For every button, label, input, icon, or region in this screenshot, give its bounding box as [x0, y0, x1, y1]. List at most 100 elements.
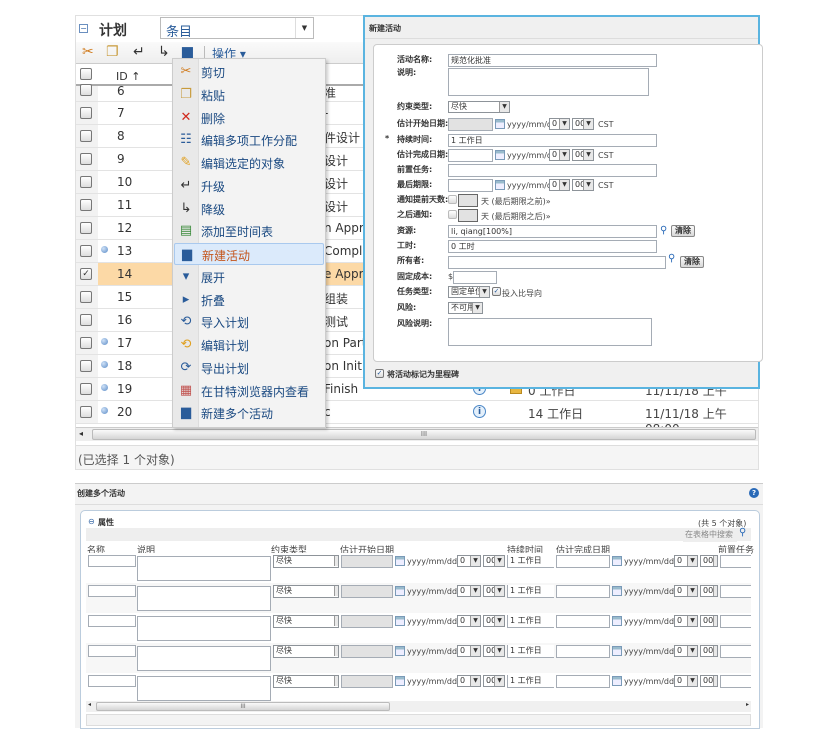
minute-select[interactable]: 00 ▼: [483, 645, 505, 657]
minute-select[interactable]: 00: [700, 555, 718, 567]
duration-input[interactable]: 1 工作日: [507, 675, 554, 688]
menu-item[interactable]: ▆ 新建活动: [174, 243, 324, 265]
calendar-icon[interactable]: [612, 676, 622, 686]
demote-icon[interactable]: ↳: [158, 44, 170, 60]
est-finish-input[interactable]: [556, 645, 610, 658]
menu-item[interactable]: ☷ 编辑多项工作分配: [174, 129, 324, 151]
section-collapse-icon[interactable]: ⊖: [88, 517, 95, 526]
constraint-select[interactable]: 尽快: [273, 555, 339, 568]
scroll-right-icon[interactable]: ▸: [746, 701, 749, 708]
hour-select[interactable]: 0 ▼: [457, 645, 481, 657]
row-checkbox[interactable]: [80, 314, 92, 326]
menu-item[interactable]: ↳ 降级: [174, 198, 324, 220]
duration-input[interactable]: 1 工作日: [507, 645, 554, 658]
hour-select[interactable]: 0 ▼: [549, 179, 570, 191]
calendar-icon[interactable]: [612, 616, 622, 626]
est-start-input[interactable]: [341, 645, 393, 658]
calendar-icon[interactable]: [495, 150, 505, 160]
calendar-icon[interactable]: [612, 556, 622, 566]
hour-select[interactable]: 0 ▼: [457, 585, 481, 597]
predecessor-input[interactable]: [720, 675, 751, 688]
calendar-icon[interactable]: [495, 180, 505, 190]
menu-item[interactable]: ✂ 剪切: [174, 61, 324, 83]
predecessor-input[interactable]: [720, 555, 751, 568]
scroll-left-icon[interactable]: ◂: [88, 701, 91, 708]
notify-before-days-input[interactable]: [458, 194, 478, 207]
help-icon[interactable]: ?: [749, 488, 759, 498]
owner-clear-button[interactable]: 清除: [680, 256, 704, 268]
hour-select[interactable]: 0 ▼: [674, 645, 698, 657]
calendar-icon[interactable]: [395, 616, 405, 626]
row-checkbox[interactable]: [80, 337, 92, 349]
row-checkbox[interactable]: [80, 107, 92, 119]
est-start-input[interactable]: [341, 675, 393, 688]
select-all-checkbox[interactable]: [80, 68, 92, 80]
calendar-icon[interactable]: [612, 646, 622, 656]
hour-select[interactable]: 0 ▼: [674, 675, 698, 687]
name-input[interactable]: [88, 615, 136, 627]
hour-select[interactable]: 0 ▼: [674, 555, 698, 567]
row-checkbox[interactable]: [80, 153, 92, 165]
est-finish-input[interactable]: [556, 675, 610, 688]
fixed-cost-input[interactable]: [453, 271, 497, 284]
row-checkbox[interactable]: [80, 383, 92, 395]
menu-item[interactable]: ▦ 在甘特浏览器内查看: [174, 380, 324, 402]
collapse-icon[interactable]: −: [79, 24, 88, 33]
row-checkbox[interactable]: [80, 360, 92, 372]
row-checkbox[interactable]: [80, 222, 92, 234]
view-select[interactable]: 条目 ▼: [160, 17, 314, 40]
est-finish-input[interactable]: [556, 585, 610, 598]
promote-icon[interactable]: ↵: [133, 44, 145, 60]
scroll-left-icon[interactable]: ◂: [79, 429, 83, 438]
row-checkbox[interactable]: [80, 199, 92, 211]
duration-input[interactable]: 1 工作日: [507, 585, 554, 598]
horizontal-scrollbar[interactable]: ◂ III: [76, 427, 758, 441]
row-checkbox[interactable]: ✓: [80, 268, 92, 280]
owner-input[interactable]: [448, 256, 666, 269]
menu-item[interactable]: ▸ 折叠: [174, 289, 324, 311]
constraint-select[interactable]: 尽快: [273, 645, 339, 658]
hour-select[interactable]: 0 ▼: [457, 615, 481, 627]
risk-desc-textarea[interactable]: [448, 318, 652, 346]
minute-select[interactable]: 00: [700, 615, 718, 627]
info-icon[interactable]: i: [473, 405, 486, 418]
calendar-icon[interactable]: [395, 676, 405, 686]
date-input[interactable]: [448, 179, 493, 192]
name-input[interactable]: [88, 645, 136, 657]
effort-driven-checkbox[interactable]: ✓: [492, 287, 501, 296]
menu-item[interactable]: ▾ 展开: [174, 266, 324, 288]
risk-select[interactable]: 不可用 ▼: [448, 302, 483, 314]
minute-select[interactable]: 00 ▼: [572, 118, 594, 130]
hour-select[interactable]: 0 ▼: [549, 118, 570, 130]
minute-select[interactable]: 00: [700, 645, 718, 657]
desc-textarea[interactable]: [137, 586, 271, 611]
notify-after-days-input[interactable]: [458, 209, 478, 222]
scroll-thumb[interactable]: III: [92, 429, 756, 440]
resource-clear-button[interactable]: 清除: [671, 225, 695, 237]
menu-item[interactable]: ⟲ 编辑计划: [174, 334, 324, 356]
constraint-select[interactable]: 尽快 ▼: [448, 101, 510, 113]
name-input[interactable]: [88, 555, 136, 567]
notify-after-checkbox[interactable]: [448, 210, 457, 219]
hour-select[interactable]: 0 ▼: [457, 555, 481, 567]
row-checkbox[interactable]: [80, 84, 92, 96]
table-search-input[interactable]: 在表格中搜索: [683, 529, 737, 542]
row-checkbox[interactable]: [80, 406, 92, 418]
minute-select[interactable]: 00: [700, 675, 718, 687]
scissors-icon[interactable]: ✂: [82, 44, 94, 60]
menu-item[interactable]: ▤ 添加至时间表: [174, 220, 324, 242]
constraint-select[interactable]: 尽快: [273, 675, 339, 688]
name-input[interactable]: [88, 585, 136, 597]
constraint-select[interactable]: 尽快: [273, 585, 339, 598]
predecessor-input[interactable]: [720, 645, 751, 658]
paste-icon[interactable]: ❐: [106, 44, 119, 60]
milestone-checkbox[interactable]: ✓: [375, 369, 384, 378]
task-type-select[interactable]: 固定单位 ▼: [448, 286, 490, 298]
calendar-icon[interactable]: [612, 586, 622, 596]
date-input[interactable]: [448, 118, 493, 131]
est-start-input[interactable]: [341, 555, 393, 568]
desc-textarea[interactable]: [448, 68, 649, 96]
menu-item[interactable]: ⟳ 导出计划: [174, 357, 324, 379]
calendar-icon[interactable]: [395, 646, 405, 656]
duration-input[interactable]: 1 工作日: [448, 134, 657, 147]
